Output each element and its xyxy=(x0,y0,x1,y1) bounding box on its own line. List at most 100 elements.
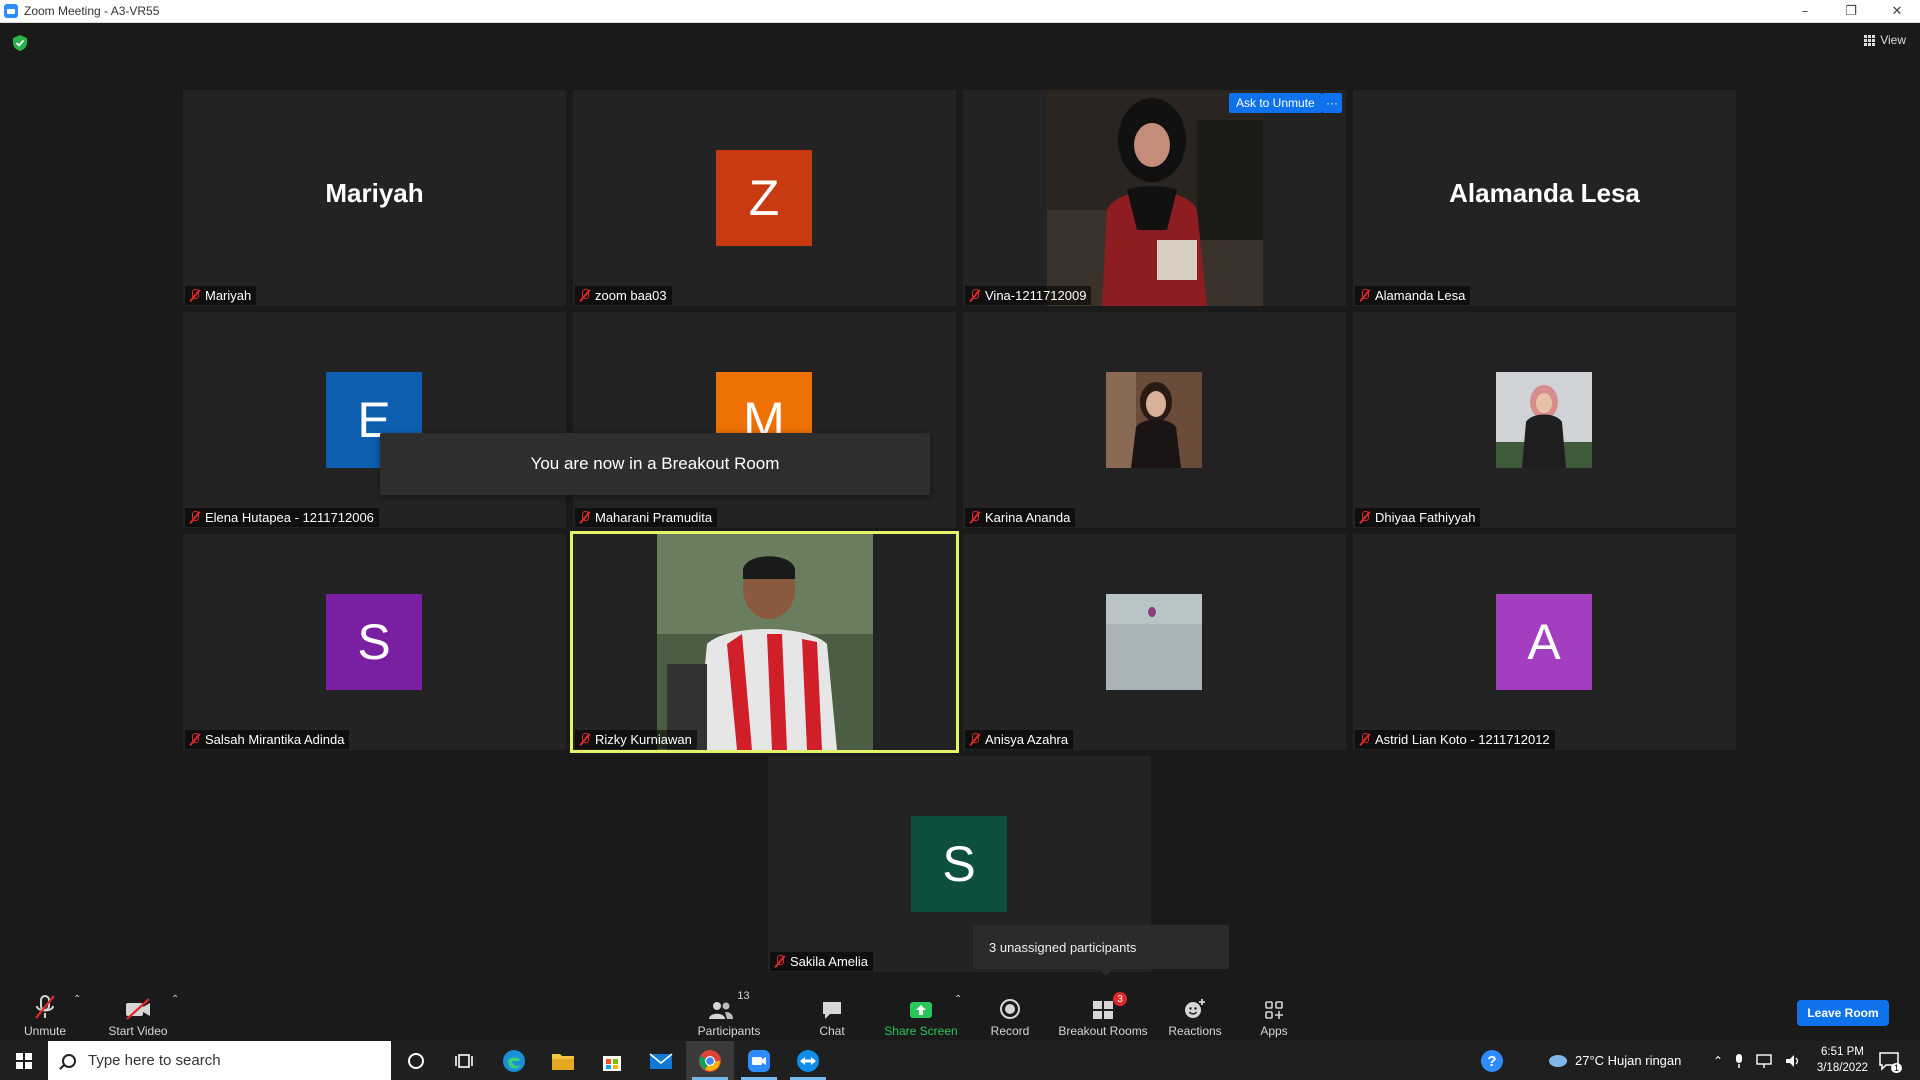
share-screen-icon xyxy=(910,1002,932,1018)
microphone-tray-icon[interactable] xyxy=(1734,1053,1744,1069)
zoom-camera-icon xyxy=(748,1049,770,1072)
participant-name-tag: Elena Hutapea - 1211712006 xyxy=(185,508,379,527)
taskbar-search[interactable]: Type here to search xyxy=(48,1041,391,1080)
share-options-caret[interactable]: ⌃ xyxy=(954,994,962,1005)
encryption-shield-icon[interactable] xyxy=(13,35,27,51)
participant-tile[interactable]: Mariyah Mariyah xyxy=(183,90,566,306)
participant-tile[interactable]: Vina-1211712009 xyxy=(963,90,1346,306)
breakout-room-toast: You are now in a Breakout Room xyxy=(380,433,930,495)
participant-name: Sakila Amelia xyxy=(790,954,869,969)
window-title: Zoom Meeting - A3-VR55 xyxy=(24,4,160,18)
help-icon-tray[interactable]: ? xyxy=(1480,1041,1504,1080)
clock-time: 6:51 PM xyxy=(1821,1046,1864,1058)
weather-text: 27°C Hujan ringan xyxy=(1575,1053,1682,1068)
breakout-rooms-icon xyxy=(1093,1001,1113,1019)
participant-name-tag: Astrid Lian Koto - 1211712012 xyxy=(1355,730,1555,749)
volume-icon[interactable] xyxy=(1784,1053,1802,1069)
rain-cloud-icon xyxy=(1549,1054,1567,1067)
record-icon xyxy=(1000,999,1020,1019)
participant-profile-photo xyxy=(1496,372,1592,468)
mic-muted-icon xyxy=(1359,511,1370,524)
reactions-button[interactable]: Reactions xyxy=(1165,980,1225,1041)
zoom-app[interactable] xyxy=(735,1041,783,1080)
mic-muted-icon xyxy=(969,289,980,302)
notification-center-button[interactable]: 1 xyxy=(1878,1041,1903,1080)
file-explorer-app[interactable] xyxy=(539,1041,587,1080)
chat-button[interactable]: Chat xyxy=(812,980,852,1041)
participant-name: Alamanda Lesa xyxy=(1375,288,1466,303)
breakout-rooms-button[interactable]: Breakout Rooms xyxy=(1057,980,1149,1041)
participant-tile[interactable]: M Maharani Pramudita xyxy=(573,312,956,528)
view-button[interactable]: View xyxy=(1864,33,1906,47)
restore-button[interactable]: ❐ xyxy=(1828,0,1874,23)
edge-app[interactable] xyxy=(490,1041,538,1080)
participant-tile[interactable]: A Astrid Lian Koto - 1211712012 xyxy=(1353,534,1736,750)
video-camera-off-icon xyxy=(126,998,150,1020)
weather-widget[interactable]: 27°C Hujan ringan xyxy=(1547,1041,1681,1080)
svg-text:?: ? xyxy=(1487,1053,1496,1070)
active-speaker-tile[interactable]: Rizky Kurniawan xyxy=(570,531,959,753)
participant-tile[interactable]: Z zoom baa03 xyxy=(573,90,956,306)
search-placeholder: Type here to search xyxy=(88,1052,221,1069)
participant-name-tag: Vina-1211712009 xyxy=(965,286,1092,305)
participant-profile-photo xyxy=(1106,372,1202,468)
start-video-button[interactable]: Start Video xyxy=(103,980,173,1041)
view-label: View xyxy=(1880,33,1906,47)
ask-to-unmute-button[interactable]: Ask to Unmute xyxy=(1229,93,1322,113)
window-controls: – ❐ ✕ xyxy=(1782,0,1920,23)
participant-name-tag: Rizky Kurniawan xyxy=(575,730,697,749)
participant-tile[interactable]: Karina Ananda xyxy=(963,312,1346,528)
taskbar-clock[interactable]: 6:51 PM 3/18/2022 xyxy=(1817,1044,1868,1076)
leave-room-button[interactable]: Leave Room xyxy=(1797,1000,1889,1026)
participant-name: Salsah Mirantika Adinda xyxy=(205,732,345,747)
participant-avatar: A xyxy=(1496,594,1592,690)
teamviewer-app[interactable] xyxy=(784,1041,832,1080)
share-screen-button[interactable]: Share Screen xyxy=(882,980,960,1041)
participant-name: Rizky Kurniawan xyxy=(595,732,692,747)
participant-name-tag: Dhiyaa Fathiyyah xyxy=(1355,508,1481,527)
participant-name-tag: Salsah Mirantika Adinda xyxy=(185,730,350,749)
minimize-button[interactable]: – xyxy=(1782,0,1828,23)
mic-muted-icon xyxy=(189,733,200,746)
close-button[interactable]: ✕ xyxy=(1874,0,1920,23)
breakout-rooms-label: Breakout Rooms xyxy=(1058,1024,1148,1038)
apps-button[interactable]: Apps xyxy=(1254,980,1294,1041)
clock-date: 3/18/2022 xyxy=(1816,1062,1868,1074)
apps-label: Apps xyxy=(1260,1024,1288,1038)
participant-name: Karina Ananda xyxy=(985,510,1071,525)
network-icon[interactable] xyxy=(1755,1053,1773,1069)
share-screen-label: Share Screen xyxy=(884,1024,958,1038)
unmute-button[interactable]: Unmute xyxy=(15,980,75,1041)
participant-tile[interactable]: Alamanda Lesa Alamanda Lesa xyxy=(1353,90,1736,306)
video-options-caret[interactable]: ⌃ xyxy=(171,994,179,1005)
show-hidden-icons-chevron-icon[interactable]: ⌃ xyxy=(1713,1054,1723,1068)
store-app[interactable] xyxy=(588,1041,636,1080)
participant-tile[interactable]: S Salsah Mirantika Adinda xyxy=(183,534,566,750)
participant-avatar: Z xyxy=(716,150,812,246)
participants-label: Participants xyxy=(697,1024,761,1038)
start-button[interactable] xyxy=(0,1041,48,1080)
participants-button[interactable]: 13 Participants xyxy=(692,980,766,1041)
more-options-button[interactable]: ··· xyxy=(1322,93,1342,113)
meeting-area: View Mariyah Mariyah Z zoom baa03 Vina-1… xyxy=(0,23,1920,980)
windows-logo-icon xyxy=(16,1052,32,1069)
task-view-button[interactable] xyxy=(440,1041,488,1080)
participant-tile[interactable]: Dhiyaa Fathiyyah xyxy=(1353,312,1736,528)
cortana-circle-icon xyxy=(408,1052,424,1069)
mic-muted-icon xyxy=(579,511,590,524)
audio-options-caret[interactable]: ⌃ xyxy=(73,994,81,1005)
help-question-icon: ? xyxy=(1481,1049,1503,1072)
mic-muted-icon xyxy=(579,733,590,746)
unmute-label: Unmute xyxy=(23,1024,67,1038)
participant-tile[interactable]: E Elena Hutapea - 1211712006 xyxy=(183,312,566,528)
meeting-toolbar: Unmute ⌃ Start Video ⌃ 13 Participants C… xyxy=(0,980,1920,1041)
chrome-app[interactable] xyxy=(686,1041,734,1080)
cortana-button[interactable] xyxy=(392,1041,440,1080)
window-titlebar: Zoom Meeting - A3-VR55 – ❐ ✕ xyxy=(0,0,1920,23)
participant-video xyxy=(1047,90,1263,306)
record-button[interactable]: Record xyxy=(985,980,1035,1041)
participant-name: Vina-1211712009 xyxy=(985,288,1087,303)
mail-app[interactable] xyxy=(637,1041,685,1080)
participant-tile[interactable]: Anisya Azahra xyxy=(963,534,1346,750)
participant-name-tag: Maharani Pramudita xyxy=(575,508,718,527)
